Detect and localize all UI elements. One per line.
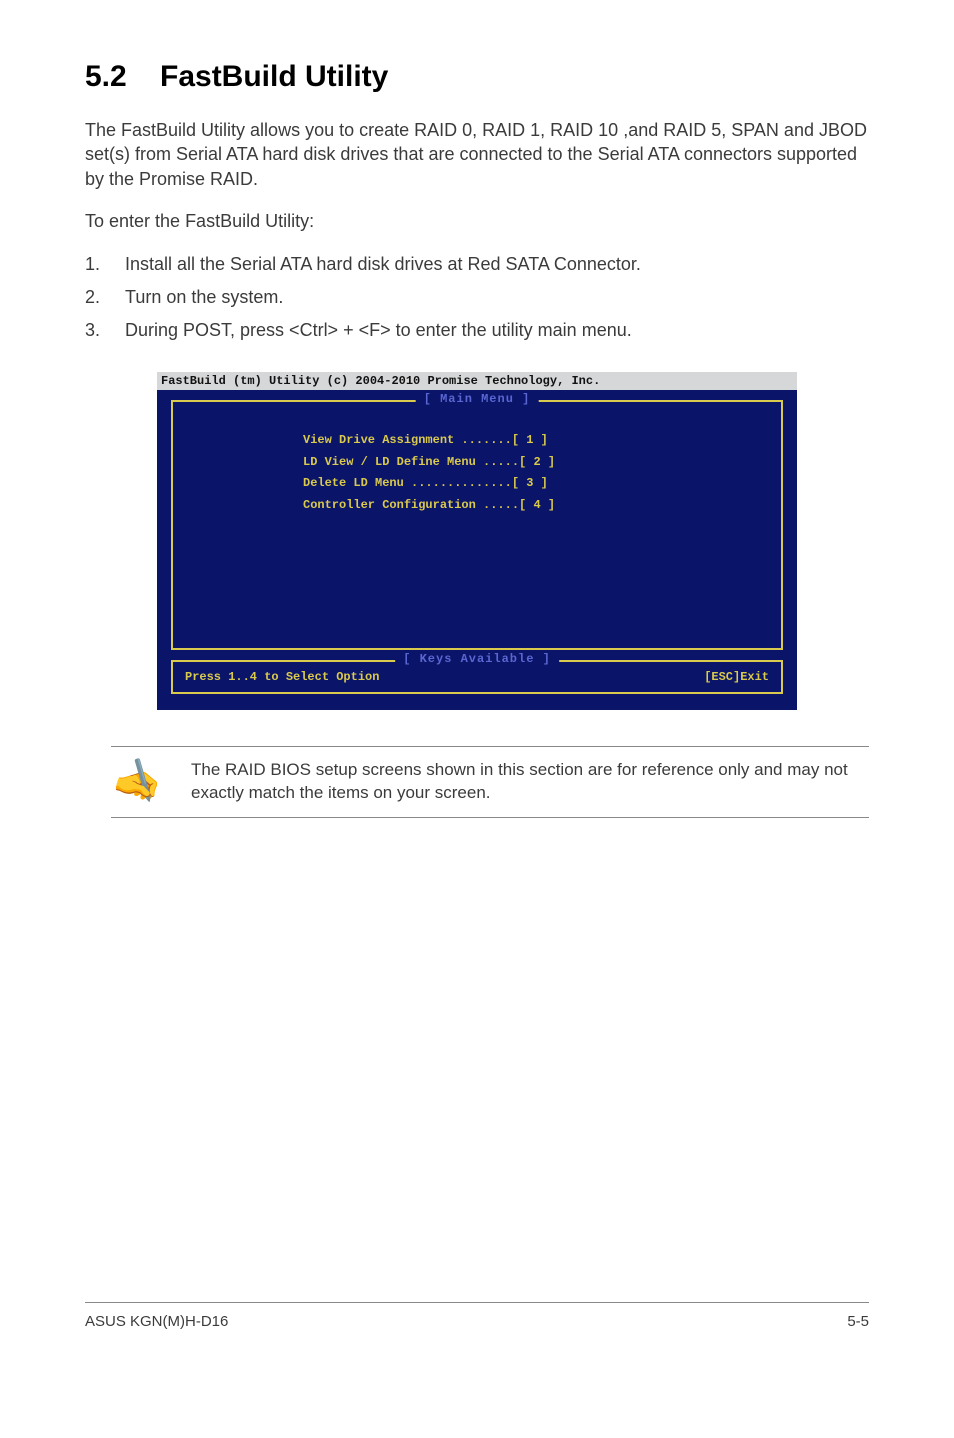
step-text: Install all the Serial ATA hard disk dri… [125, 254, 641, 274]
footer-left: ASUS KGN(M)H-D16 [85, 1313, 228, 1330]
bios-keys-right: [ESC]Exit [704, 670, 769, 684]
page-footer: ASUS KGN(M)H-D16 5-5 [85, 1302, 869, 1330]
bios-menu-item: Delete LD Menu ..............[ 3 ] [303, 473, 771, 495]
step-number: 1. [85, 251, 100, 278]
bios-keys-line: Press 1..4 to Select Option [ESC]Exit [183, 668, 771, 686]
step-text: Turn on the system. [125, 287, 283, 307]
bios-menu-item: Controller Configuration .....[ 4 ] [303, 495, 771, 517]
bios-header: FastBuild (tm) Utility (c) 2004-2010 Pro… [157, 372, 797, 390]
bios-keys-left: Press 1..4 to Select Option [185, 670, 379, 684]
footer-right: 5-5 [847, 1313, 869, 1330]
bios-menu-item: LD View / LD Define Menu .....[ 2 ] [303, 452, 771, 474]
bios-keys-panel: [ Keys Available ] Press 1..4 to Select … [171, 660, 783, 694]
bios-menu: View Drive Assignment .......[ 1 ] LD Vi… [183, 430, 771, 516]
bios-screenshot: FastBuild (tm) Utility (c) 2004-2010 Pro… [157, 372, 797, 710]
bios-keys-title: [ Keys Available ] [395, 652, 559, 666]
bios-screen: [ Main Menu ] View Drive Assignment ....… [157, 390, 797, 710]
intro-paragraph: The FastBuild Utility allows you to crea… [85, 118, 869, 191]
section-number: 5.2 [85, 60, 160, 94]
to-enter-paragraph: To enter the FastBuild Utility: [85, 209, 869, 233]
bios-menu-item: View Drive Assignment .......[ 1 ] [303, 430, 771, 452]
note-icon: ✍ [111, 753, 167, 809]
bios-main-title: [ Main Menu ] [416, 392, 539, 406]
list-item: 3. During POST, press <Ctrl> + <F> to en… [85, 317, 869, 344]
step-text: During POST, press <Ctrl> + <F> to enter… [125, 320, 632, 340]
steps-list: 1. Install all the Serial ATA hard disk … [85, 251, 869, 344]
list-item: 2. Turn on the system. [85, 284, 869, 311]
section-heading: 5.2FastBuild Utility [85, 60, 869, 94]
step-number: 2. [85, 284, 100, 311]
note-block: ✍ The RAID BIOS setup screens shown in t… [111, 746, 869, 818]
section-title: FastBuild Utility [160, 60, 388, 93]
note-text: The RAID BIOS setup screens shown in thi… [191, 759, 869, 805]
bios-main-panel: [ Main Menu ] View Drive Assignment ....… [171, 400, 783, 650]
list-item: 1. Install all the Serial ATA hard disk … [85, 251, 869, 278]
step-number: 3. [85, 317, 100, 344]
